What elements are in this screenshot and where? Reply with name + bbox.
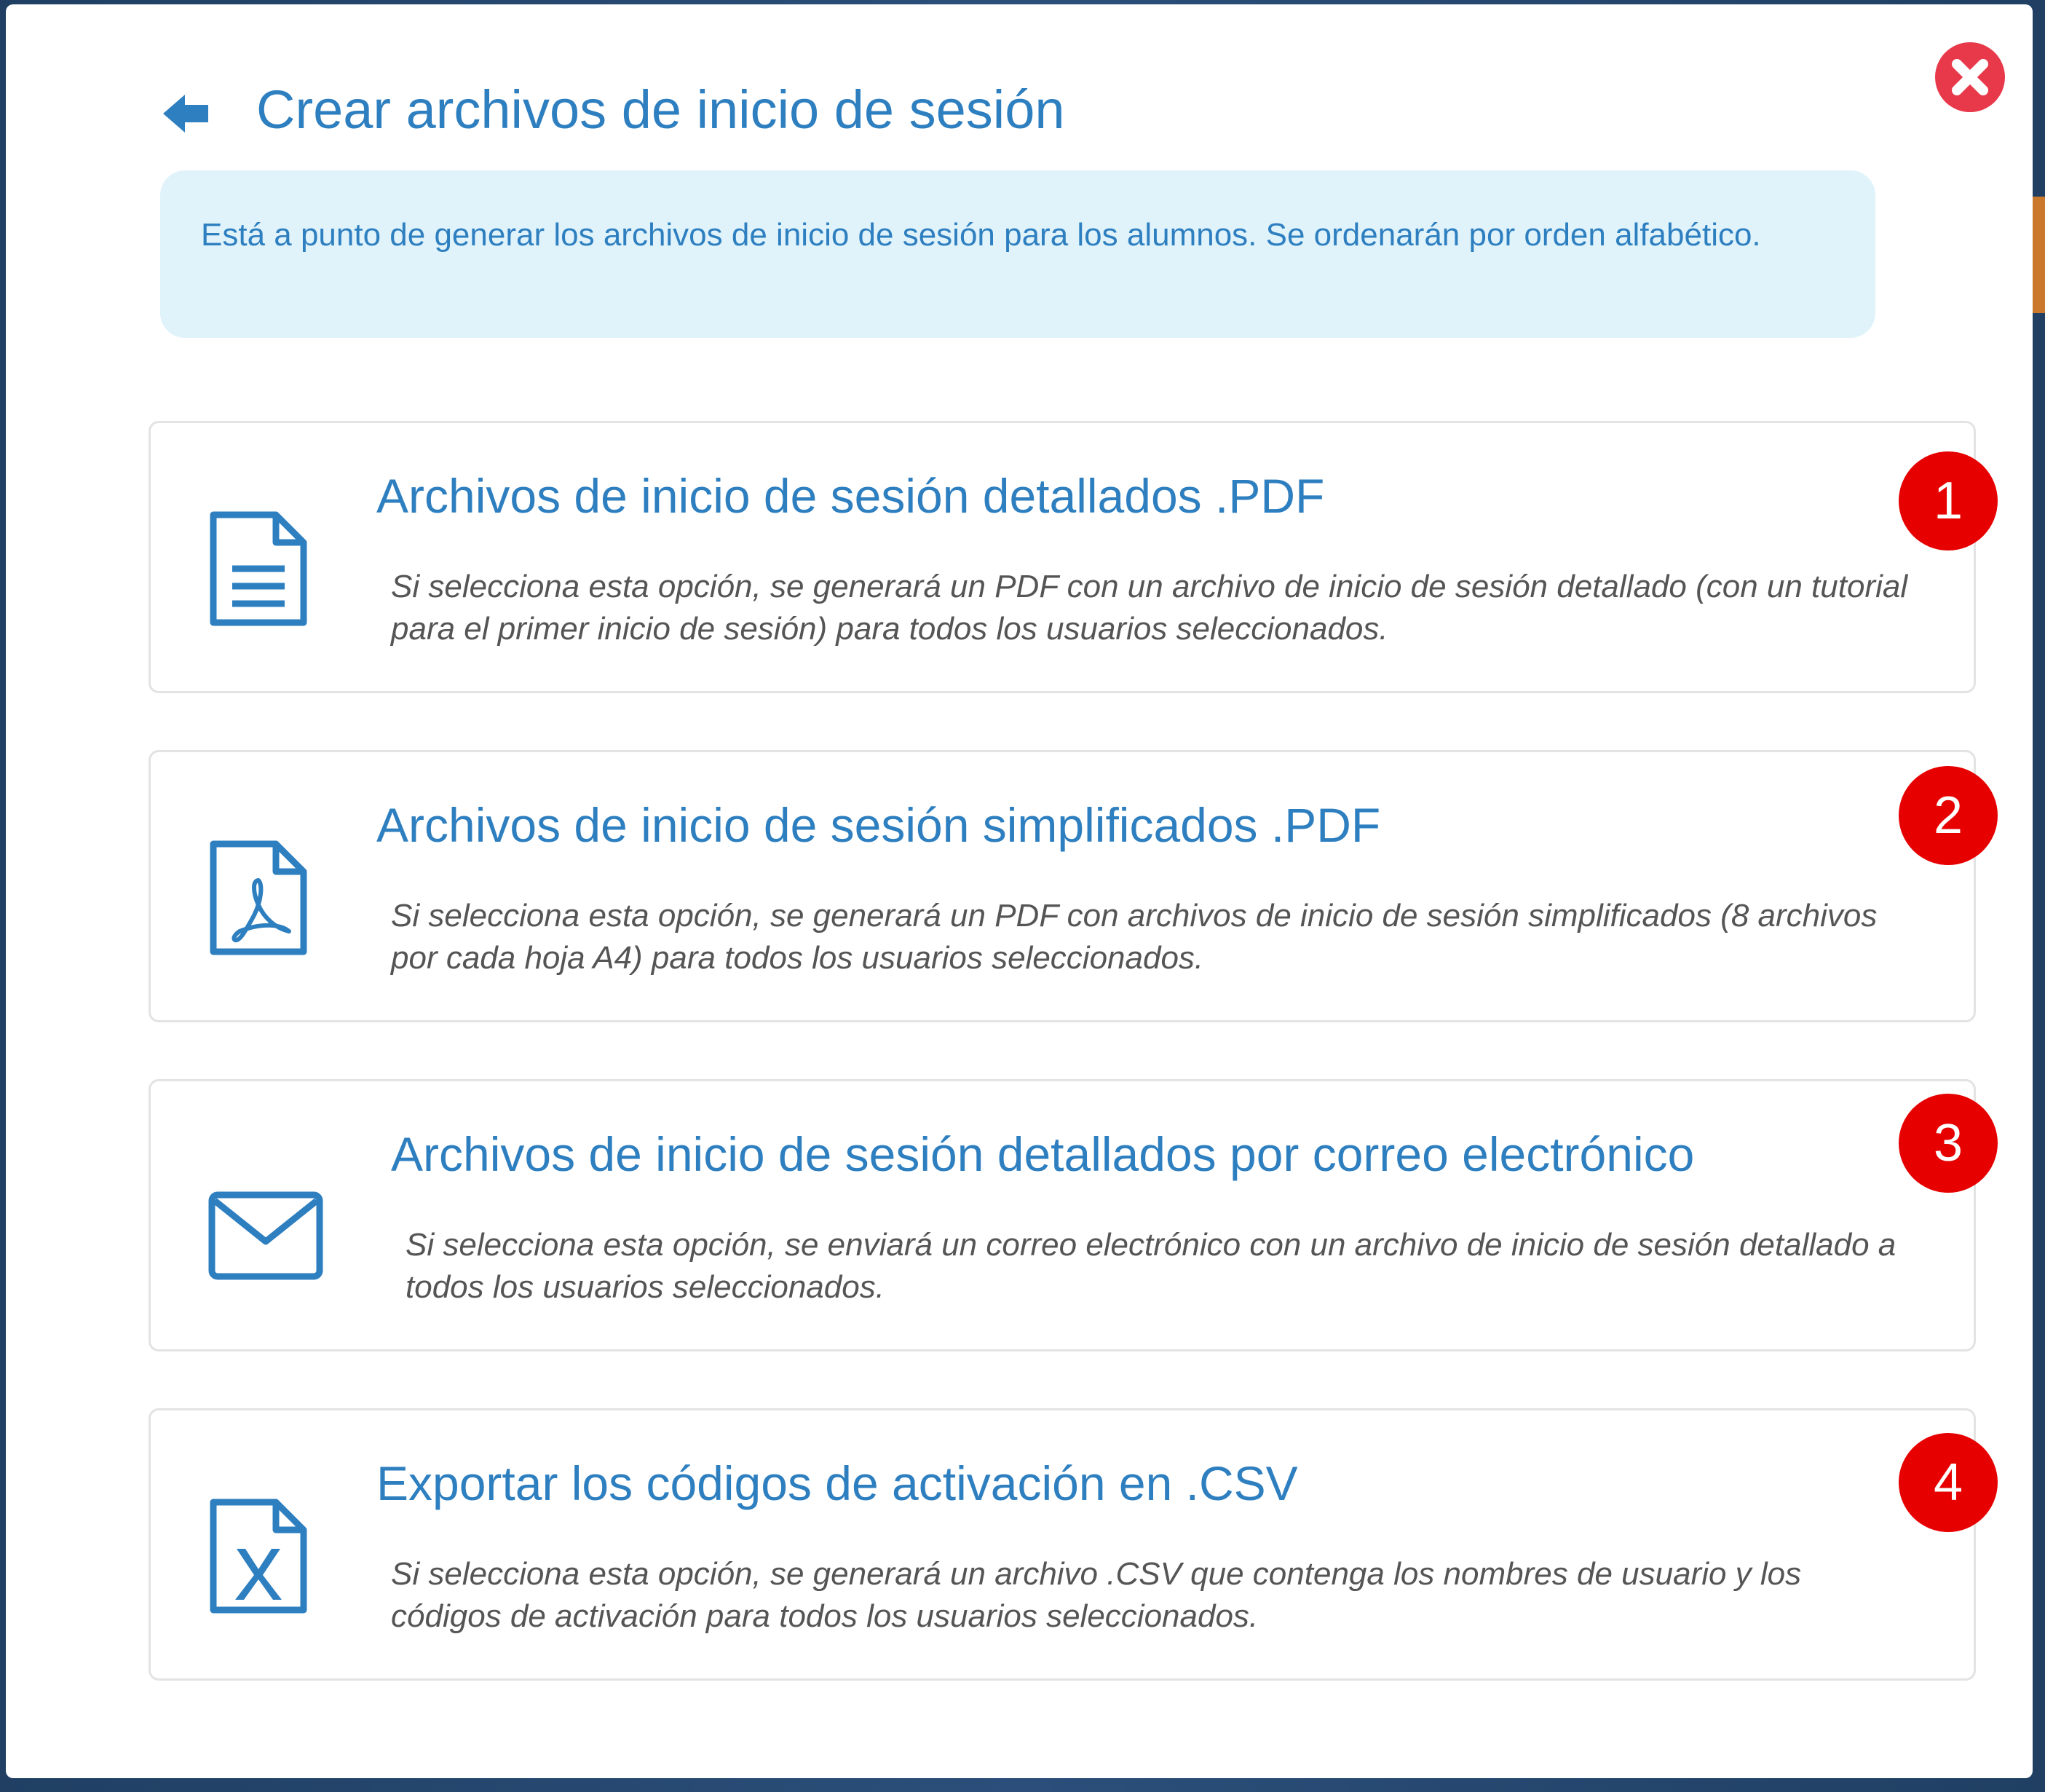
close-button[interactable]	[1935, 42, 2005, 112]
annotation-badge-1: 1	[1899, 451, 1998, 550]
option-description: Si selecciona esta opción, se enviará un…	[406, 1227, 1896, 1305]
login-files-dialog: Crear archivos de inicio de sesión Está …	[6, 4, 2033, 1778]
annotation-badge-4: 4	[1899, 1433, 1998, 1532]
annotation-badge-3: 3	[1899, 1094, 1998, 1193]
option-title: Archivos de inicio de sesión detallados …	[376, 469, 1325, 523]
excel-file-icon	[210, 1499, 307, 1614]
page-title: Crear archivos de inicio de sesión	[256, 79, 1065, 140]
option-description: Si selecciona esta opción, se generará u…	[391, 1556, 1802, 1634]
dialog-header: Crear archivos de inicio de sesión	[6, 4, 2033, 165]
option-title: Exportar los códigos de activación en .C…	[376, 1456, 1298, 1510]
option-description: Si selecciona esta opción, se generará u…	[391, 898, 1878, 976]
option-detailed-pdf[interactable]: Archivos de inicio de sesión detallados …	[149, 421, 1976, 693]
option-detailed-email[interactable]: Archivos de inicio de sesión detallados …	[149, 1079, 1976, 1351]
envelope-icon	[208, 1191, 323, 1280]
option-simplified-pdf[interactable]: Archivos de inicio de sesión simplificad…	[149, 750, 1976, 1022]
annotation-badge-2: 2	[1899, 766, 1998, 865]
info-message: Está a punto de generar los archivos de …	[160, 170, 1875, 338]
close-icon	[1952, 59, 1988, 95]
option-title: Archivos de inicio de sesión detallados …	[391, 1127, 1695, 1181]
option-title: Archivos de inicio de sesión simplificad…	[376, 798, 1381, 852]
document-icon	[210, 511, 307, 626]
option-export-csv[interactable]: Exportar los códigos de activación en .C…	[149, 1408, 1976, 1681]
back-arrow-icon[interactable]	[160, 92, 211, 135]
pdf-file-icon	[210, 840, 307, 955]
option-description: Si selecciona esta opción, se generará u…	[391, 569, 1908, 647]
